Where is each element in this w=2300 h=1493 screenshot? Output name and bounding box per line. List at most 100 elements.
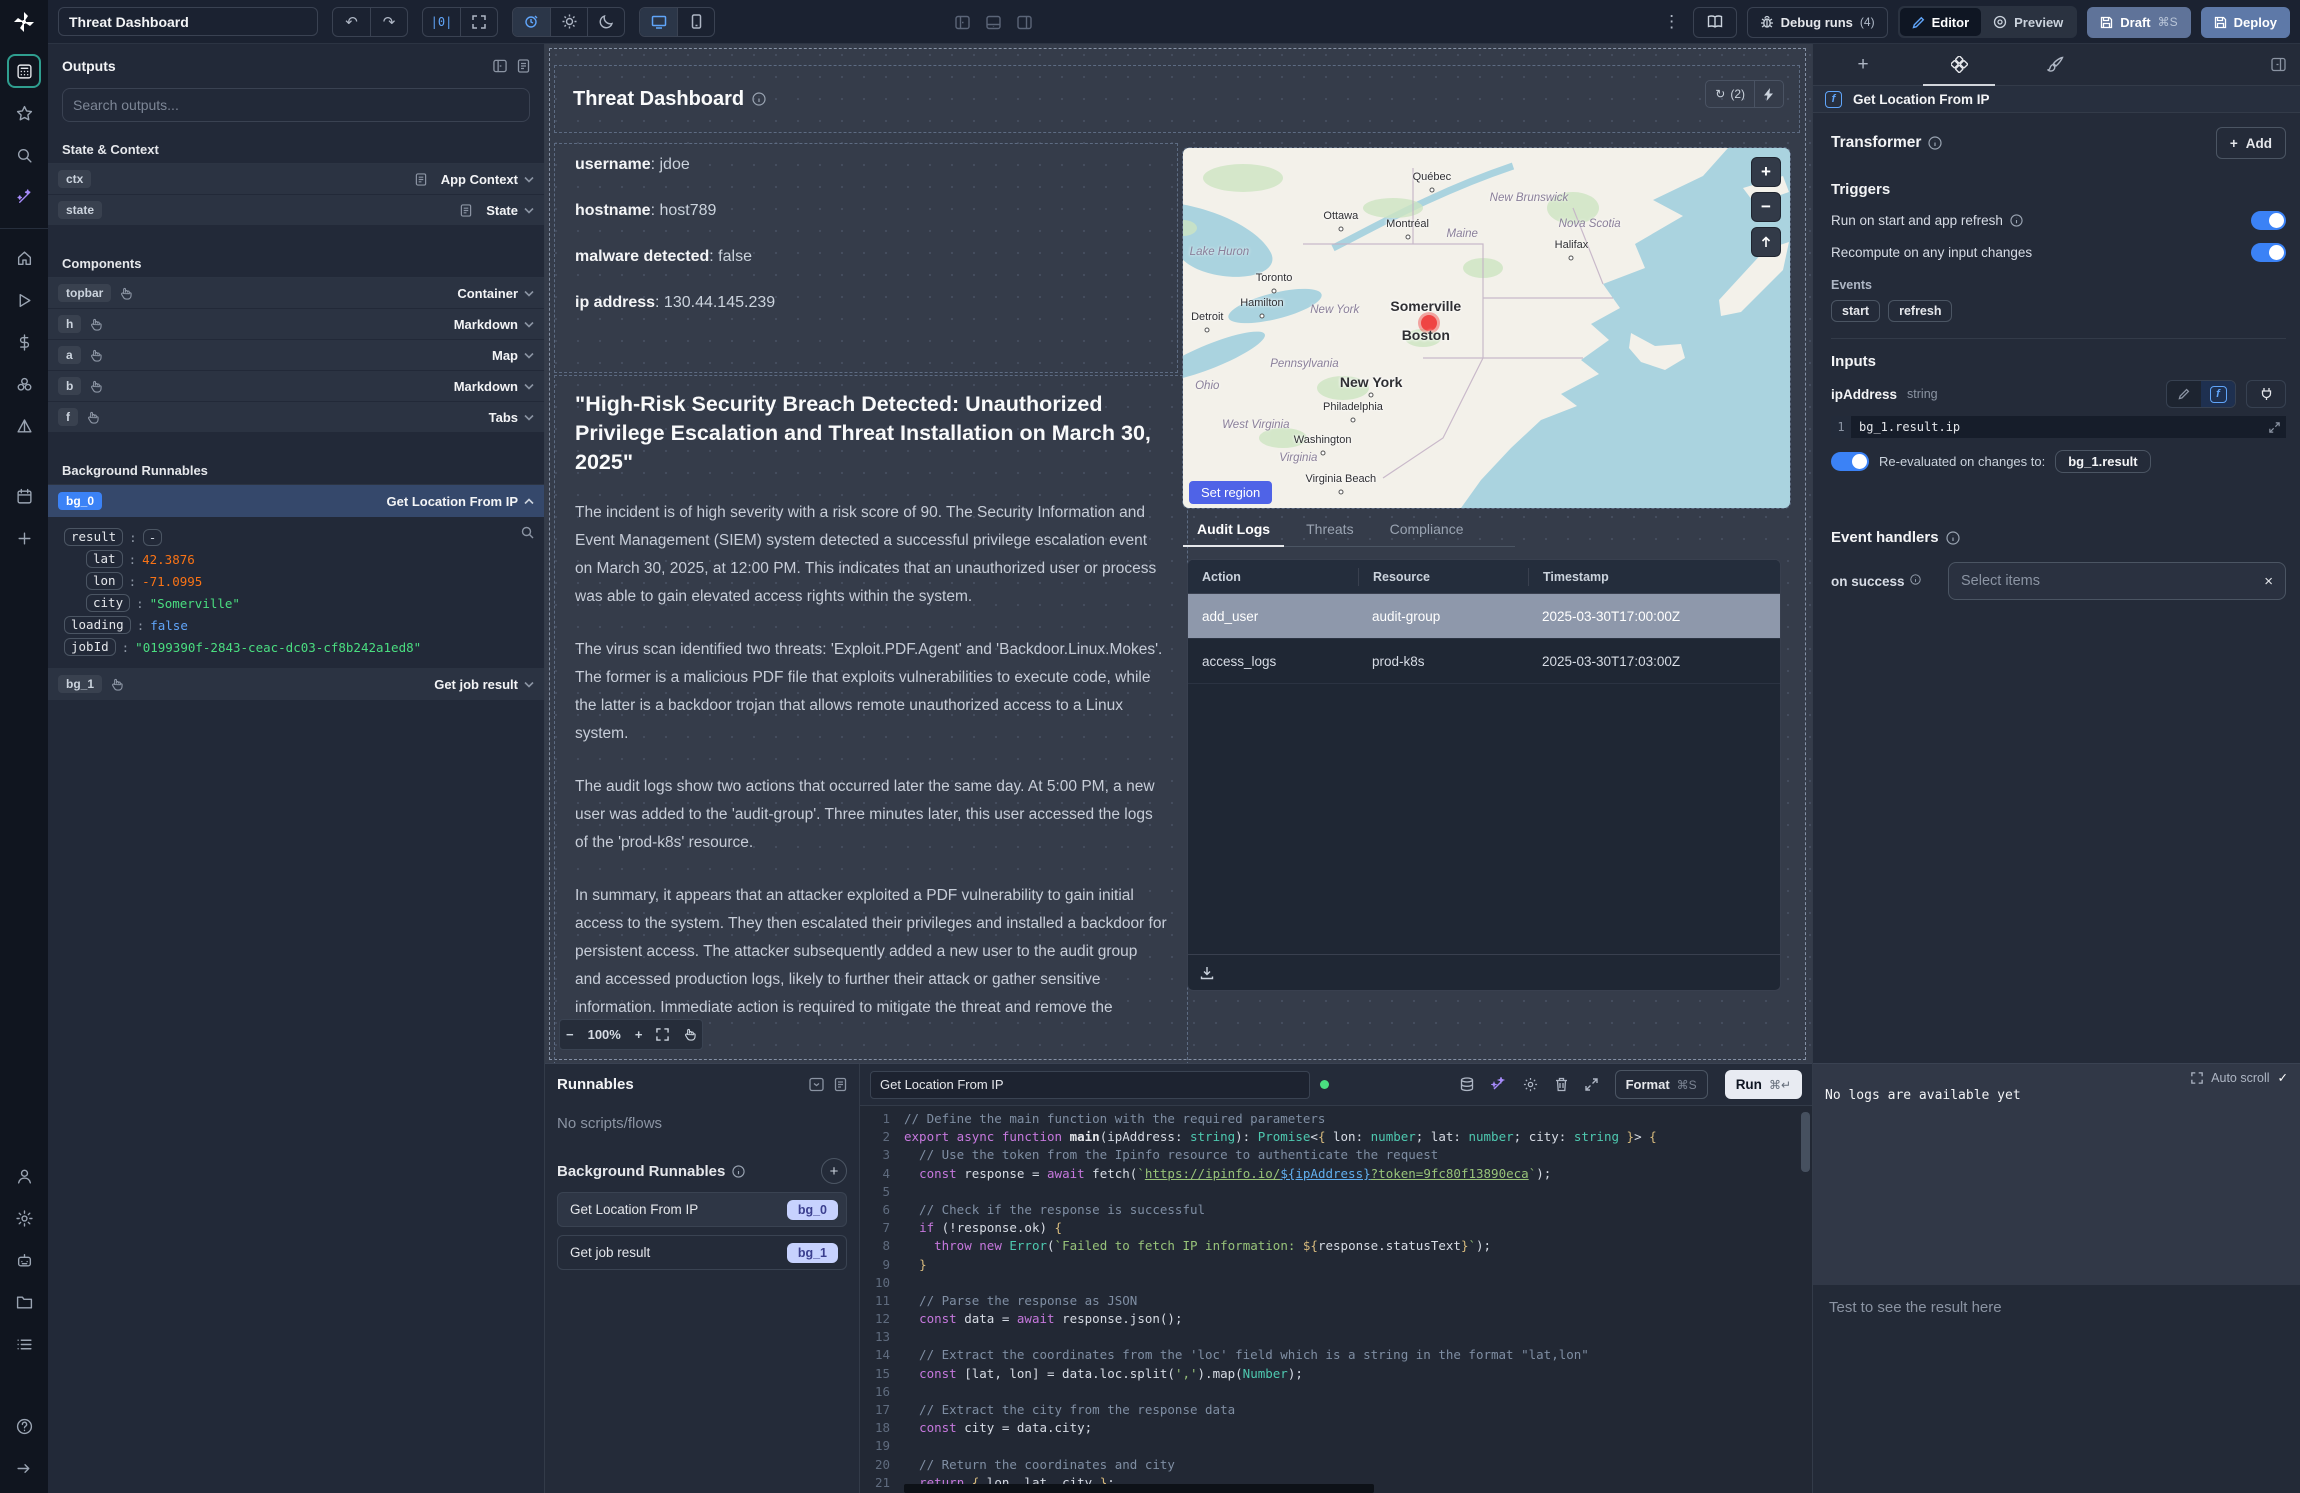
chevron-up-icon[interactable] (524, 498, 534, 505)
table-row[interactable]: access_logsprod-k8s2025-03-30T17:03:00Z (1188, 639, 1780, 684)
code-line-2[interactable]: 2export async function main(ipAddress: s… (860, 1129, 1812, 1147)
toggle-left-panel-icon[interactable] (955, 15, 970, 30)
map-zoom-in-button[interactable]: + (1751, 157, 1781, 187)
preview-tab[interactable]: Preview (1981, 8, 2075, 36)
column-header-timestamp[interactable]: Timestamp (1528, 568, 1748, 586)
resources-icon[interactable] (7, 367, 41, 401)
pan-hand-icon[interactable] (683, 1028, 696, 1041)
doc-list-icon[interactable] (517, 59, 530, 73)
json-key[interactable]: city (86, 594, 130, 612)
zoom-out-button[interactable]: − (566, 1027, 574, 1042)
settings-icon[interactable] (7, 1201, 41, 1235)
code-line-15[interactable]: 15 const [lat, lon] = data.loc.split(','… (860, 1366, 1812, 1384)
mobile-view-button[interactable] (677, 7, 714, 37)
component-topbar-container[interactable]: Threat Dashboard (555, 66, 1799, 132)
expand-grid-button[interactable] (460, 7, 497, 37)
auto-scroll-checkbox[interactable]: ✓ (2278, 1070, 2288, 1085)
reevaluate-dep-chip[interactable]: bg_1.result (2055, 450, 2150, 473)
clear-selection-icon[interactable]: × (2264, 573, 2273, 590)
add-background-runnable-button[interactable]: + (821, 1158, 847, 1184)
output-row-bg0[interactable]: bg_0 Get Location From IP (48, 485, 544, 518)
align-zero-button[interactable]: |0| (423, 7, 460, 37)
chevron-down-icon[interactable] (524, 383, 534, 390)
help-icon[interactable] (7, 1409, 41, 1443)
calendar-icon[interactable] (7, 479, 41, 513)
code-line-5[interactable]: 5 (860, 1184, 1812, 1202)
runnable-item-bg_0[interactable]: Get Location From IPbg_0 (557, 1192, 847, 1227)
json-key[interactable]: lat (86, 550, 123, 568)
runnable-name-input[interactable]: Get Location From IP (870, 1071, 1310, 1099)
settings-gear-icon[interactable] (1523, 1077, 1538, 1092)
collapse-right-panel-icon[interactable] (2271, 57, 2286, 72)
collapse-panel-icon[interactable] (493, 59, 507, 73)
runnable-item-bg_1[interactable]: Get job resultbg_1 (557, 1235, 847, 1270)
chevron-down-icon[interactable] (524, 352, 534, 359)
map-zoom-out-button[interactable]: − (1751, 192, 1781, 222)
output-row-ctx[interactable]: ctxApp Context (48, 164, 544, 195)
editor-tab[interactable]: Editor (1900, 8, 1982, 36)
user-icon[interactable] (7, 1159, 41, 1193)
code-line-20[interactable]: 20 // Return the coordinates and city (860, 1457, 1812, 1475)
table-row[interactable]: add_useraudit-group2025-03-30T17:00:00Z (1188, 594, 1780, 639)
chevron-down-icon[interactable] (524, 414, 534, 421)
json-search-icon[interactable] (521, 526, 534, 539)
output-row-state[interactable]: stateState (48, 195, 544, 226)
static-mode-button[interactable] (2167, 381, 2201, 407)
code-line-6[interactable]: 6 // Check if the response is successful (860, 1202, 1812, 1220)
theme-light-button[interactable] (550, 7, 587, 37)
download-icon[interactable] (1200, 966, 1214, 980)
search-outputs-input[interactable]: Search outputs... (62, 88, 530, 122)
output-row-topbar[interactable]: topbarContainer (48, 278, 544, 309)
expand-editor-icon[interactable] (1585, 1078, 1598, 1091)
column-header-action[interactable]: Action (1188, 568, 1358, 586)
desktop-view-button[interactable] (640, 7, 677, 37)
deploy-button[interactable]: Deploy (2201, 7, 2290, 38)
output-row-h[interactable]: hMarkdown (48, 309, 544, 340)
chevron-down-icon[interactable] (524, 321, 534, 328)
home-icon[interactable] (7, 241, 41, 275)
component-markdown-fields[interactable]: username: jdoehostname: host789malware d… (555, 144, 1177, 372)
output-row-b[interactable]: bMarkdown (48, 371, 544, 402)
input-expression-editor[interactable]: 1 bg_1.result.ip (1831, 416, 2286, 438)
wand-icon[interactable] (7, 180, 41, 214)
set-region-button[interactable]: Set region (1189, 481, 1272, 504)
on-success-select[interactable]: Select items × (1948, 562, 2286, 600)
run-on-start-toggle[interactable] (2251, 211, 2286, 230)
draft-button[interactable]: Draft⌘S (2087, 7, 2190, 38)
add-transformer-button[interactable]: + Add (2216, 127, 2286, 159)
code-line-9[interactable]: 9 } (860, 1257, 1812, 1275)
expr-mode-button[interactable]: f (2201, 381, 2235, 407)
component-map[interactable]: + − Set region QuébecOttawaMontréalNew B… (1183, 148, 1790, 508)
database-icon[interactable] (1460, 1077, 1474, 1092)
debug-runs-button[interactable]: Debug runs (4) (1747, 7, 1888, 38)
app-title-input[interactable]: Threat Dashboard (58, 7, 318, 36)
run-button[interactable]: Run⌘↵ (1725, 1070, 1802, 1099)
component-settings-tab[interactable] (1931, 44, 1987, 85)
code-line-7[interactable]: 7 if (!response.ok) { (860, 1220, 1812, 1238)
style-tab[interactable] (2027, 44, 2083, 85)
expand-expression-icon[interactable] (2269, 422, 2280, 433)
code-line-4[interactable]: 4 const response = await fetch(`https://… (860, 1166, 1812, 1184)
code-line-17[interactable]: 17 // Extract the city from the response… (860, 1402, 1812, 1420)
expand-logs-icon[interactable] (2191, 1072, 2203, 1084)
json-key[interactable]: lon (86, 572, 123, 590)
code-line-19[interactable]: 19 (860, 1438, 1812, 1456)
trigger-bolt-button[interactable] (1754, 81, 1783, 107)
json-key[interactable]: jobId (64, 638, 116, 656)
chevron-down-icon[interactable] (524, 290, 534, 297)
play-icon[interactable] (7, 283, 41, 317)
reevaluate-toggle[interactable] (1831, 452, 1869, 471)
code-line-16[interactable]: 16 (860, 1384, 1812, 1402)
delete-trash-icon[interactable] (1555, 1077, 1568, 1092)
star-icon[interactable] (7, 96, 41, 130)
editor-vscrollbar[interactable] (1801, 1112, 1810, 1172)
json-key[interactable]: result (64, 528, 123, 546)
event-chip-refresh[interactable]: refresh (1888, 300, 1952, 322)
output-row-bg1[interactable]: bg_1 Get job result (48, 668, 544, 701)
output-row-a[interactable]: aMap (48, 340, 544, 371)
toggle-bottom-panel-icon[interactable] (986, 15, 1001, 30)
event-chip-start[interactable]: start (1831, 300, 1880, 322)
selected-runnable-header[interactable]: f Get Location From IP (1813, 86, 2300, 113)
json-key[interactable]: loading (64, 616, 131, 634)
connect-input-button[interactable] (2246, 380, 2286, 408)
